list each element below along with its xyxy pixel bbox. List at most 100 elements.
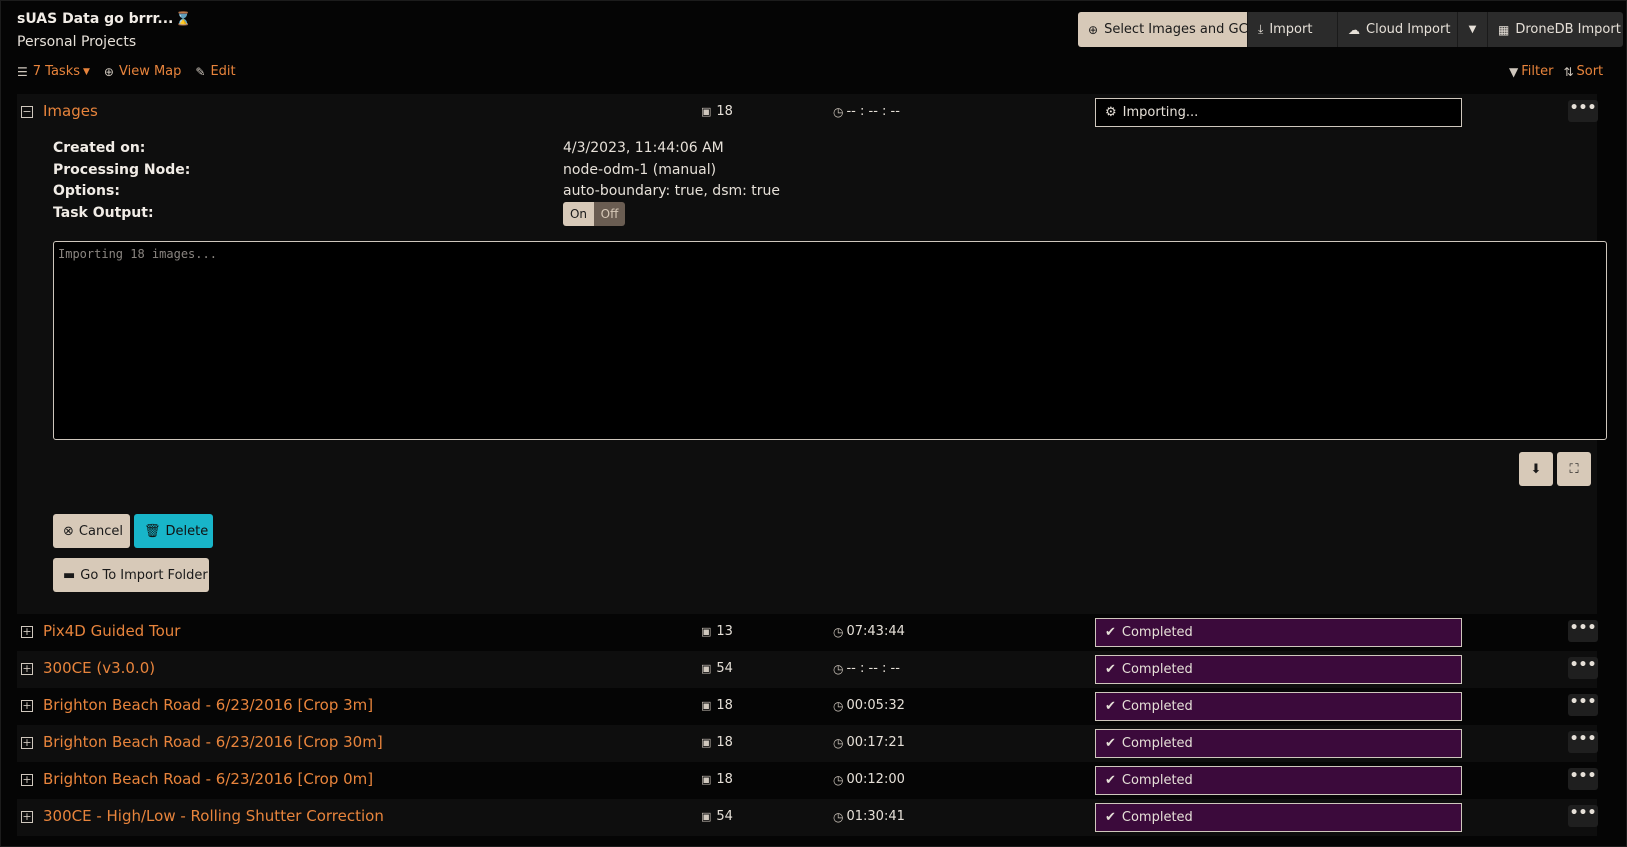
caret-down-icon: ▼ [83,66,90,77]
clock-icon: ◷ [833,772,844,787]
import-button[interactable]: ⤓ Import [1248,12,1338,47]
expand-icon[interactable]: + [21,663,33,675]
status-bar: ⚙ Importing... [1095,98,1462,127]
expand-icon[interactable]: + [21,737,33,749]
tasks-toggle[interactable]: ☰ 7 Tasks ▼ [17,64,90,79]
status-bar: ✔ Completed [1095,618,1462,647]
task-name[interactable]: Brighton Beach Road - 6/23/2016 [Crop 30… [43,733,383,751]
clock-icon: ◷ [833,624,844,639]
project-panel: sUAS Data go brrr... ⌛ Personal Projects … [0,0,1627,847]
task-row: + Brighton Beach Road - 6/23/2016 [Crop … [17,688,1598,725]
project-description: Personal Projects [17,34,137,50]
expand-icon[interactable]: + [21,811,33,823]
download-console-button[interactable]: ⬇ [1519,452,1553,486]
image-count: ▣ 54 [701,661,733,676]
created-on-label: Created on: [53,140,146,156]
task-name[interactable]: Images [43,102,98,120]
image-count: ▣ 54 [701,809,733,824]
elapsed-time: ◷ 00:12:00 [833,772,905,787]
cloud-import-button[interactable]: ☁ Cloud Import [1338,12,1458,47]
cancel-button[interactable]: ⊗ Cancel [53,514,130,548]
status-bar: ✔ Completed [1095,729,1462,758]
elapsed-time: ◷ 01:30:41 [833,809,905,824]
created-on-value: 4/3/2023, 11:44:06 AM [563,140,724,156]
image-icon: ▣ [701,736,712,749]
collapse-icon[interactable]: − [21,106,33,118]
task-menu-button[interactable]: ••• [1568,620,1598,642]
toggle-on[interactable]: On [563,202,594,226]
status-bar: ✔ Completed [1095,655,1462,684]
elapsed-time: ◷ -- : -- : -- [833,661,900,676]
task-output-toggle[interactable]: On Off [563,202,625,226]
image-icon: ▣ [701,105,712,118]
view-map-link[interactable]: ⊕ View Map [104,64,181,79]
task-menu-button[interactable]: ••• [1568,731,1598,753]
task-menu-button[interactable]: ••• [1568,657,1598,679]
download-icon: ⬇ [1530,461,1542,477]
task-name[interactable]: 300CE (v3.0.0) [43,659,155,677]
globe-icon: ⊕ [103,64,114,79]
task-menu-button[interactable]: ••• [1568,694,1598,716]
task-name[interactable]: Pix4D Guided Tour [43,622,180,640]
task-menu-button[interactable]: ••• [1568,805,1598,827]
hourglass-icon: ⌛ [175,12,192,27]
clock-icon: ◷ [833,698,844,713]
image-icon: ▣ [701,662,712,675]
filter-sort-bar: ▼ Filter ⇅ Sort [1499,64,1603,79]
task-name[interactable]: 300CE - High/Low - Rolling Shutter Corre… [43,807,384,825]
filter-link[interactable]: ▼ Filter [1509,64,1553,79]
processing-node-label: Processing Node: [53,162,191,178]
trash-icon: 🗑 [144,523,161,539]
toggle-off[interactable]: Off [594,202,625,226]
sort-link[interactable]: ⇅ Sort [1563,64,1603,79]
image-count: ▣ 18 [701,104,733,119]
image-count: ▣ 18 [701,735,733,750]
clock-icon: ◷ [833,735,844,750]
delete-button[interactable]: 🗑 Delete [134,514,213,548]
check-icon: ✔ [1105,699,1116,714]
task-list: − Images ▣ 18 ◷ -- : -- : -- ⚙ Importing...… [17,94,1607,836]
elapsed-time: ◷ -- : -- : -- [833,104,900,119]
clock-icon: ◷ [833,809,844,824]
sort-icon: ⇅ [1563,64,1574,79]
database-icon: ▦ [1498,22,1510,37]
image-count: ▣ 18 [701,698,733,713]
expand-icon[interactable]: + [21,700,33,712]
clock-icon: ◷ [833,661,844,676]
task-row: + Pix4D Guided Tour ▣ 13 ◷ 07:43:44 ✔ Compl… [17,614,1598,651]
elapsed-time: ◷ 07:43:44 [833,624,905,639]
task-menu-button[interactable]: ••• [1568,768,1598,790]
task-output-label: Task Output: [53,205,154,221]
task-name[interactable]: Brighton Beach Road - 6/23/2016 [Crop 3m… [43,696,373,714]
image-icon: ▣ [701,773,712,786]
check-icon: ✔ [1105,736,1116,751]
options-value: auto-boundary: true, dsm: true [563,183,781,199]
task-console[interactable]: Importing 18 images... [53,241,1607,440]
task-name[interactable]: Brighton Beach Road - 6/23/2016 [Crop 0m… [43,770,373,788]
image-count: ▣ 13 [701,624,733,639]
clock-icon: ◷ [833,104,844,119]
image-icon: ▣ [701,810,712,823]
gear-icon: ⚙ [1105,105,1117,120]
expand-icon[interactable]: + [21,774,33,786]
cloud-download-icon: ☁ [1348,22,1360,37]
check-icon: ✔ [1105,662,1116,677]
project-button-group: ⊕ Select Images and GCP ⤓ Import ☁ Cloud Im… [1078,12,1623,47]
cloud-import-dropdown[interactable]: ▼ [1458,12,1488,47]
dronedb-import-button[interactable]: ▦ DroneDB Import [1488,12,1623,47]
check-icon: ✔ [1105,773,1116,788]
go-to-import-folder-button[interactable]: ▬ Go To Import Folder [53,558,209,592]
image-icon: ▣ [701,625,712,638]
edit-icon: ✎ [195,64,206,79]
project-title: sUAS Data go brrr... ⌛ [17,11,192,27]
task-menu-button[interactable]: ••• [1568,100,1598,122]
fullscreen-button[interactable]: ⛶ [1557,452,1591,486]
project-toolbar: ☰ 7 Tasks ▼ ⊕ View Map ✎ Edit [17,64,250,79]
check-icon: ✔ [1105,810,1116,825]
caret-down-icon: ▼ [1468,24,1477,35]
edit-link[interactable]: ✎ Edit [195,64,235,79]
elapsed-time: ◷ 00:17:21 [833,735,905,750]
task-row: + Brighton Beach Road - 6/23/2016 [Crop … [17,725,1598,762]
expand-icon[interactable]: + [21,626,33,638]
select-images-button[interactable]: ⊕ Select Images and GCP [1078,12,1256,47]
